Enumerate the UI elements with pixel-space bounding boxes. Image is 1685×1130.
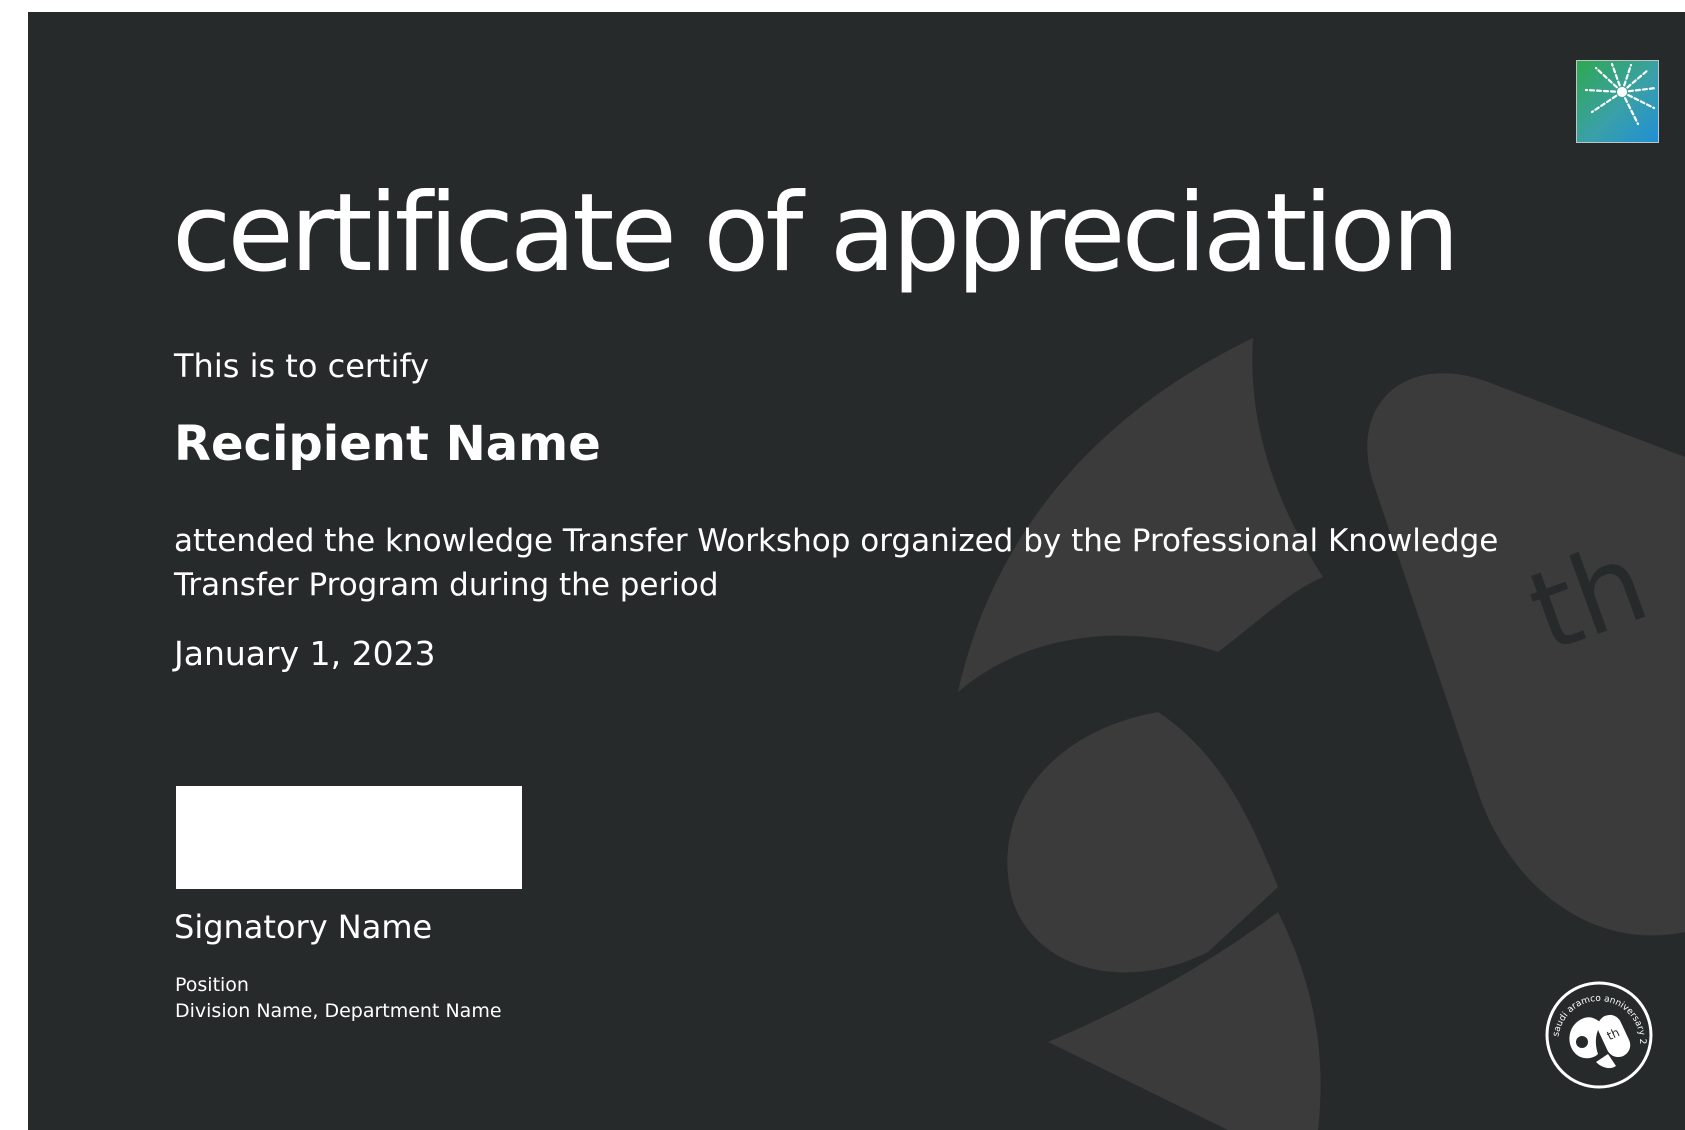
certificate-body-text: attended the knowledge Transfer Workshop… [174, 523, 1499, 603]
certify-intro-text: This is to certify [174, 347, 430, 385]
signatory-details: Position Division Name, Department Name [175, 972, 502, 1024]
watermark-capsule [1367, 373, 1685, 936]
saudi-aramco-logo-icon [1576, 60, 1659, 143]
watermark-nine-bowl [1007, 712, 1278, 973]
signature-box [176, 786, 522, 889]
certificate-title: certificate of appreciation [172, 171, 1460, 296]
signatory-division-department: Division Name, Department Name [175, 1000, 502, 1022]
certificate-date: January 1, 2023 [174, 634, 436, 673]
anniversary-badge-icon: saudi aramco anniversary 2023 th [1544, 980, 1653, 1089]
signatory-position: Position [175, 974, 249, 996]
watermark-nine-shape [958, 338, 1323, 692]
recipient-name: Recipient Name [174, 416, 601, 472]
certificate: th certificate of appreciation This is t… [28, 12, 1685, 1130]
signatory-name: Signatory Name [174, 908, 433, 946]
